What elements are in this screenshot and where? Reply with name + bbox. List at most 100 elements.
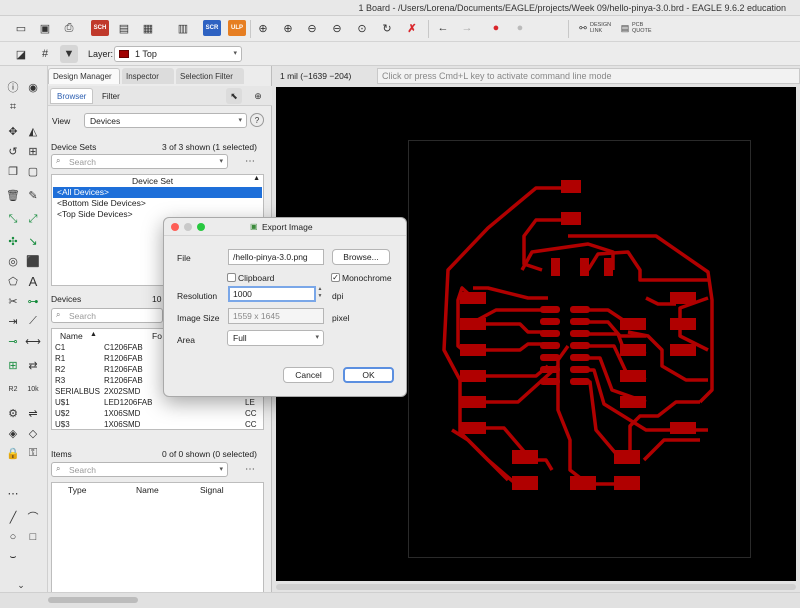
resolution-stepper[interactable]: ▲ ▼ — [316, 286, 324, 302]
tag-icon[interactable]: ◇ — [24, 424, 42, 442]
show-icon[interactable]: ◉ — [24, 78, 42, 96]
device-sets-search[interactable]: ⌕ Search ▾ — [51, 154, 228, 169]
rotate-icon[interactable]: ↺ — [4, 142, 22, 160]
circle-icon[interactable]: ○ — [4, 528, 22, 546]
close-window-icon[interactable] — [171, 223, 179, 231]
devices-col-name[interactable]: Name — [60, 331, 83, 341]
horizontal-scrollbar[interactable] — [276, 584, 796, 590]
items-col-type[interactable]: Type — [68, 485, 86, 495]
ripup-icon[interactable]: ⤢ — [24, 210, 42, 228]
route-icon[interactable]: ⤡ — [4, 210, 22, 228]
redo-icon[interactable]: → — [458, 19, 476, 37]
optimize-icon[interactable]: ↘ — [24, 232, 42, 250]
text-icon[interactable]: A — [24, 272, 42, 290]
change-icon[interactable]: ✎ — [24, 186, 42, 204]
maximize-window-icon[interactable] — [197, 223, 205, 231]
filter-icon[interactable]: ▼ — [60, 45, 78, 63]
tab-selection-filter[interactable]: Selection Filter — [176, 68, 244, 84]
erase-icon[interactable]: ◈ — [4, 424, 22, 442]
value-icon[interactable]: 10k — [24, 380, 42, 398]
line-icon[interactable]: ╱ — [4, 508, 22, 526]
print-icon[interactable]: ⎙ — [60, 19, 78, 37]
smash-icon[interactable]: ⚙ — [4, 404, 22, 422]
device-name[interactable]: C1 — [55, 343, 65, 352]
zoom-out-icon[interactable]: ⊖ — [303, 19, 321, 37]
add-part-icon[interactable]: ⊞ — [4, 356, 22, 374]
replace-icon[interactable]: ⇄ — [24, 356, 42, 374]
pcb-quote-label[interactable]: PCB QUOTE — [632, 22, 654, 34]
cam-icon[interactable]: ▦ — [139, 19, 157, 37]
arc-icon[interactable]: ⌒ — [24, 508, 42, 526]
import-icon[interactable]: ▥ — [174, 19, 192, 37]
devices-col-footprint[interactable]: Fo — [152, 331, 162, 341]
clipboard-label[interactable]: Clipboard — [238, 273, 274, 283]
r2-icon[interactable]: R2 — [4, 380, 22, 398]
copy-icon[interactable]: ❐ — [4, 162, 22, 180]
list-item[interactable]: <Bottom Side Devices> — [53, 198, 262, 209]
redraw-icon[interactable]: ↻ — [378, 19, 396, 37]
delete-icon[interactable]: 🗑 — [4, 186, 22, 204]
sort-icon[interactable]: ▲ — [253, 175, 260, 182]
device-name[interactable]: R1 — [55, 354, 65, 363]
move-icon[interactable]: ✥ — [4, 122, 22, 140]
autoroute-icon[interactable]: ✣ — [4, 232, 22, 250]
subtab-filter[interactable]: Filter — [96, 88, 126, 104]
monochrome-label[interactable]: Monochrome — [342, 273, 392, 283]
device-name[interactable]: U$3 — [55, 420, 70, 429]
new-file-icon[interactable]: ▭ — [12, 19, 30, 37]
tab-design-manager[interactable]: Design Manager — [48, 68, 120, 84]
layer-settings-icon[interactable]: ◪ — [12, 45, 30, 63]
hole-icon[interactable]: ⬛ — [24, 252, 42, 270]
area-select[interactable]: Full ▾ — [227, 330, 324, 346]
items-search[interactable]: ⌕ Search ▾ — [51, 462, 228, 477]
pick-icon[interactable]: ⬉ — [226, 88, 242, 104]
zoom-search-icon[interactable]: ⊕ — [250, 88, 266, 104]
rectangle-icon[interactable]: □ — [24, 528, 42, 546]
sort-icon[interactable]: ▲ — [90, 331, 97, 338]
polygon-icon[interactable]: ⬠ — [4, 272, 22, 290]
cancel-button[interactable]: Cancel — [283, 367, 334, 383]
browse-button[interactable]: Browse... — [332, 249, 390, 265]
undo-icon[interactable]: ← — [434, 19, 452, 37]
split-icon[interactable]: ✂ — [4, 292, 22, 310]
command-line[interactable]: Click or press Cmd+L key to activate com… — [377, 68, 800, 84]
items-col-name[interactable]: Name — [136, 485, 159, 495]
mark-icon[interactable]: ⌗ — [4, 98, 22, 116]
paste-icon[interactable]: ▢ — [24, 162, 42, 180]
device-name[interactable]: R2 — [55, 365, 65, 374]
dimension-icon[interactable]: ⟷ — [24, 332, 42, 350]
file-field[interactable]: /hello-pinya-3.0.png — [228, 249, 324, 265]
view-select[interactable]: Devices ▾ — [84, 113, 247, 128]
devices-search[interactable]: ⌕ Search — [51, 308, 163, 323]
ratsnest-icon[interactable]: ✗ — [403, 19, 421, 37]
design-link-label[interactable]: DESIGN LINK — [590, 22, 612, 34]
library-icon[interactable]: ▤ — [115, 19, 133, 37]
meander-icon[interactable]: ⇥ — [4, 312, 22, 330]
panel-scrollbar[interactable] — [48, 597, 138, 603]
info-icon[interactable]: ⓘ — [4, 78, 22, 96]
minimize-window-icon[interactable] — [184, 223, 192, 231]
zoom-fit-icon[interactable]: ⊕ — [254, 19, 272, 37]
clipboard-checkbox[interactable] — [227, 273, 236, 282]
pinswap-icon[interactable]: ⇌ — [24, 404, 42, 422]
device-name[interactable]: SERIALBUS — [55, 387, 100, 396]
grid-icon[interactable]: # — [36, 45, 54, 63]
stop-icon[interactable]: ● — [487, 19, 505, 37]
schematic-button[interactable]: SCH — [91, 20, 109, 36]
ulp-button[interactable]: ULP — [228, 20, 246, 36]
monochrome-checkbox[interactable]: ✓ — [331, 273, 340, 282]
list-item[interactable]: <All Devices> — [53, 187, 262, 198]
resolution-input[interactable]: 1000 — [228, 286, 316, 302]
go-icon[interactable]: ● — [511, 19, 529, 37]
net-icon[interactable]: ⊸ — [4, 332, 22, 350]
split-tools-icon[interactable]: ⋯ — [4, 484, 22, 502]
zoom-area-icon[interactable]: ⊙ — [353, 19, 371, 37]
curve-icon[interactable]: ⌣ — [4, 548, 22, 566]
save-icon[interactable]: ▣ — [36, 19, 54, 37]
device-name[interactable]: U$1 — [55, 398, 70, 407]
attribute-icon[interactable]: ⚿ — [24, 444, 42, 462]
script-button[interactable]: SCR — [203, 20, 221, 36]
slice-icon[interactable]: ⟋ — [24, 312, 42, 330]
tab-inspector[interactable]: Inspector — [122, 68, 174, 84]
align-icon[interactable]: ⊞ — [24, 142, 42, 160]
